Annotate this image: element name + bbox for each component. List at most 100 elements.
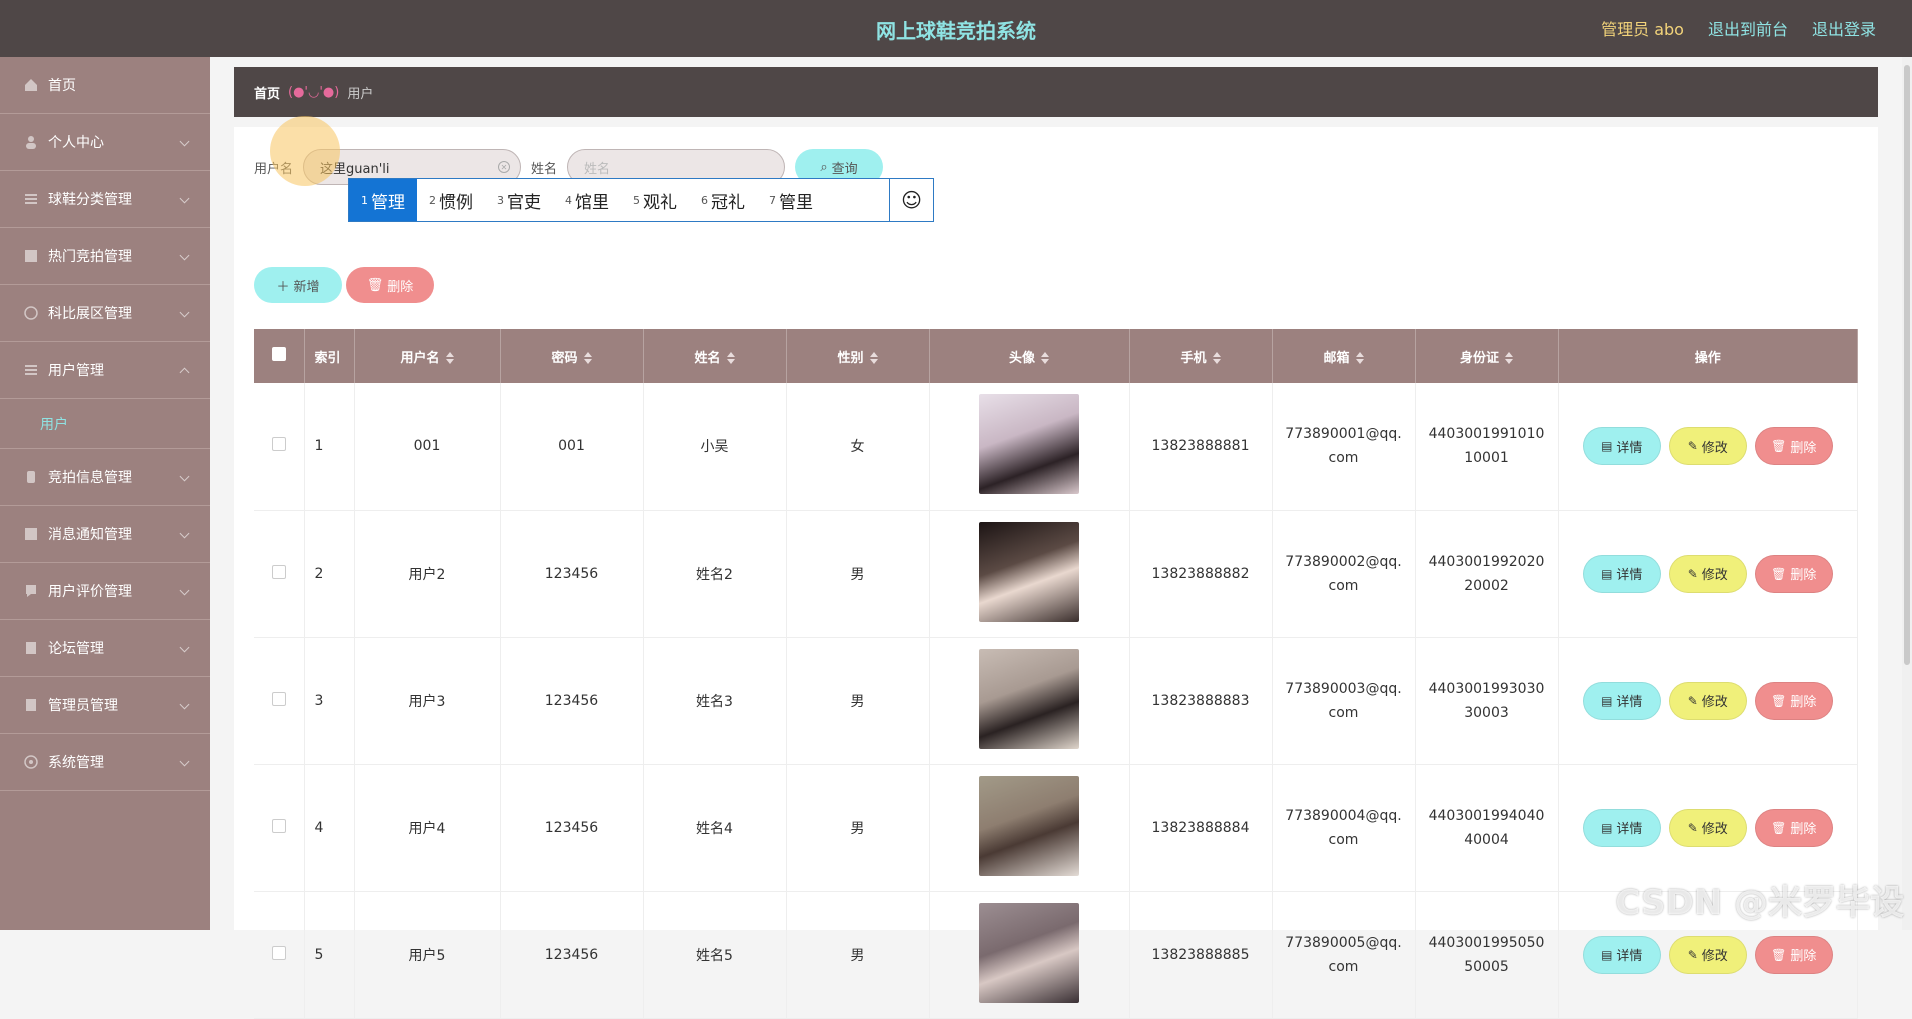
scrollbar-thumb[interactable]	[1904, 65, 1910, 665]
cell-username: 001	[354, 383, 500, 510]
cell-name: 姓名2	[643, 510, 786, 637]
col-avatar[interactable]: 头像	[929, 329, 1129, 383]
sort-icon[interactable]	[1213, 352, 1221, 364]
row-checkbox[interactable]	[272, 692, 286, 706]
row-checkbox[interactable]	[272, 819, 286, 833]
ime-candidate[interactable]: 6冠礼	[689, 179, 757, 221]
cell-password: 123456	[500, 764, 643, 891]
query-button-label: 查询	[832, 158, 858, 177]
edit-button[interactable]: ✎修改	[1669, 555, 1747, 593]
cell-name: 姓名3	[643, 637, 786, 764]
sort-icon[interactable]	[584, 352, 592, 364]
cell-password: 123456	[500, 510, 643, 637]
edit-label: 修改	[1702, 945, 1728, 964]
detail-button[interactable]: ▤详情	[1583, 809, 1661, 847]
emoji-icon[interactable]: ☺	[889, 179, 933, 221]
cell-id-card: 440300199404040004	[1415, 764, 1558, 891]
chevron-down-icon	[180, 308, 190, 318]
col-phone[interactable]: 手机	[1129, 329, 1272, 383]
page-scrollbar[interactable]	[1902, 57, 1912, 930]
sort-icon[interactable]	[1041, 352, 1049, 364]
breadcrumb: 首页 (●'◡'●) 用户	[234, 67, 1878, 117]
sidebar-item-auction-info[interactable]: 竞拍信息管理	[0, 449, 210, 506]
delete-button[interactable]: 🗑删除	[1755, 809, 1833, 847]
sort-icon[interactable]	[727, 352, 735, 364]
delete-button[interactable]: 🗑删除	[1755, 682, 1833, 720]
ime-candidate-number: 1	[361, 194, 368, 207]
ime-candidate[interactable]: 3官吏	[485, 179, 553, 221]
edit-button[interactable]: ✎修改	[1669, 809, 1747, 847]
sort-icon[interactable]	[1505, 352, 1513, 364]
cell-username: 用户5	[354, 891, 500, 1018]
document-icon: ▤	[1601, 439, 1612, 453]
sidebar-item-forum[interactable]: 论坛管理	[0, 620, 210, 677]
row-checkbox[interactable]	[272, 946, 286, 960]
ime-candidate[interactable]: 2惯例	[417, 179, 485, 221]
sidebar-item-system[interactable]: 系统管理	[0, 734, 210, 791]
chevron-down-icon	[180, 586, 190, 596]
sidebar-item-user-management[interactable]: 用户管理	[0, 342, 210, 399]
user-icon	[24, 135, 38, 149]
ime-candidate[interactable]: 5观礼	[621, 179, 689, 221]
col-password[interactable]: 密码	[500, 329, 643, 383]
cell-gender: 女	[786, 383, 929, 510]
add-button-label: 新增	[294, 276, 320, 295]
detail-button[interactable]: ▤详情	[1583, 427, 1661, 465]
breadcrumb-home[interactable]: 首页	[254, 83, 280, 102]
sidebar-item-kobe-zone[interactable]: 科比展区管理	[0, 285, 210, 342]
document-icon: ▤	[1601, 567, 1612, 581]
col-id-card-label: 身份证	[1460, 351, 1499, 366]
sidebar-item-admins[interactable]: 管理员管理	[0, 677, 210, 734]
sidebar-item-hot-auction[interactable]: 热门竞拍管理	[0, 228, 210, 285]
select-all-checkbox[interactable]	[272, 347, 286, 361]
edit-button[interactable]: ✎修改	[1669, 427, 1747, 465]
ime-candidate[interactable]: 1管理	[349, 179, 417, 221]
ime-candidate[interactable]: 4馆里	[553, 179, 621, 221]
sidebar-item-profile[interactable]: 个人中心	[0, 114, 210, 171]
sidebar-item-notifications[interactable]: 消息通知管理	[0, 506, 210, 563]
col-gender[interactable]: 性别	[786, 329, 929, 383]
cell-gender: 男	[786, 764, 929, 891]
info-icon	[24, 470, 38, 484]
batch-delete-button[interactable]: 🗑 删除	[346, 267, 434, 303]
col-email[interactable]: 邮箱	[1272, 329, 1415, 383]
delete-button[interactable]: 🗑删除	[1755, 427, 1833, 465]
sidebar-item-shoe-category[interactable]: 球鞋分类管理	[0, 171, 210, 228]
forum-icon	[24, 641, 38, 655]
detail-button[interactable]: ▤详情	[1583, 936, 1661, 974]
col-index: 索引	[304, 329, 354, 383]
pencil-icon: ✎	[1688, 948, 1698, 962]
sort-icon[interactable]	[1356, 352, 1364, 364]
cell-phone: 13823888883	[1129, 637, 1272, 764]
ime-candidate[interactable]: 7管里	[757, 179, 825, 221]
detail-button[interactable]: ▤详情	[1583, 555, 1661, 593]
col-actions: 操作	[1558, 329, 1858, 383]
edit-button[interactable]: ✎修改	[1669, 682, 1747, 720]
detail-button[interactable]: ▤详情	[1583, 682, 1661, 720]
sort-icon[interactable]	[870, 352, 878, 364]
row-checkbox[interactable]	[272, 565, 286, 579]
delete-button[interactable]: 🗑删除	[1755, 555, 1833, 593]
plus-icon: ＋	[276, 276, 289, 295]
clear-icon[interactable]: ✕	[498, 161, 510, 173]
ime-candidate-text: 管里	[779, 188, 813, 213]
delete-button[interactable]: 🗑删除	[1755, 936, 1833, 974]
watermark: CSDN @米罗毕设	[1615, 875, 1904, 924]
avatar	[979, 394, 1079, 494]
logout-link[interactable]: 退出登录	[1812, 16, 1876, 40]
row-checkbox[interactable]	[272, 437, 286, 451]
col-id-card[interactable]: 身份证	[1415, 329, 1558, 383]
edit-button[interactable]: ✎ 修改	[1669, 936, 1747, 974]
front-link[interactable]: 退出到前台	[1708, 16, 1788, 40]
sidebar-item-home[interactable]: 首页	[0, 57, 210, 114]
ime-candidate-number: 2	[429, 194, 436, 207]
col-name[interactable]: 姓名	[643, 329, 786, 383]
sidebar-item-label: 消息通知管理	[48, 524, 132, 544]
ime-candidate-text: 馆里	[575, 188, 609, 213]
chevron-down-icon	[180, 643, 190, 653]
sidebar-item-reviews[interactable]: 用户评价管理	[0, 563, 210, 620]
add-button[interactable]: ＋ 新增	[254, 267, 342, 303]
sort-icon[interactable]	[446, 352, 454, 364]
sidebar-subitem-users[interactable]: 用户	[0, 399, 210, 449]
col-username[interactable]: 用户名	[354, 329, 500, 383]
